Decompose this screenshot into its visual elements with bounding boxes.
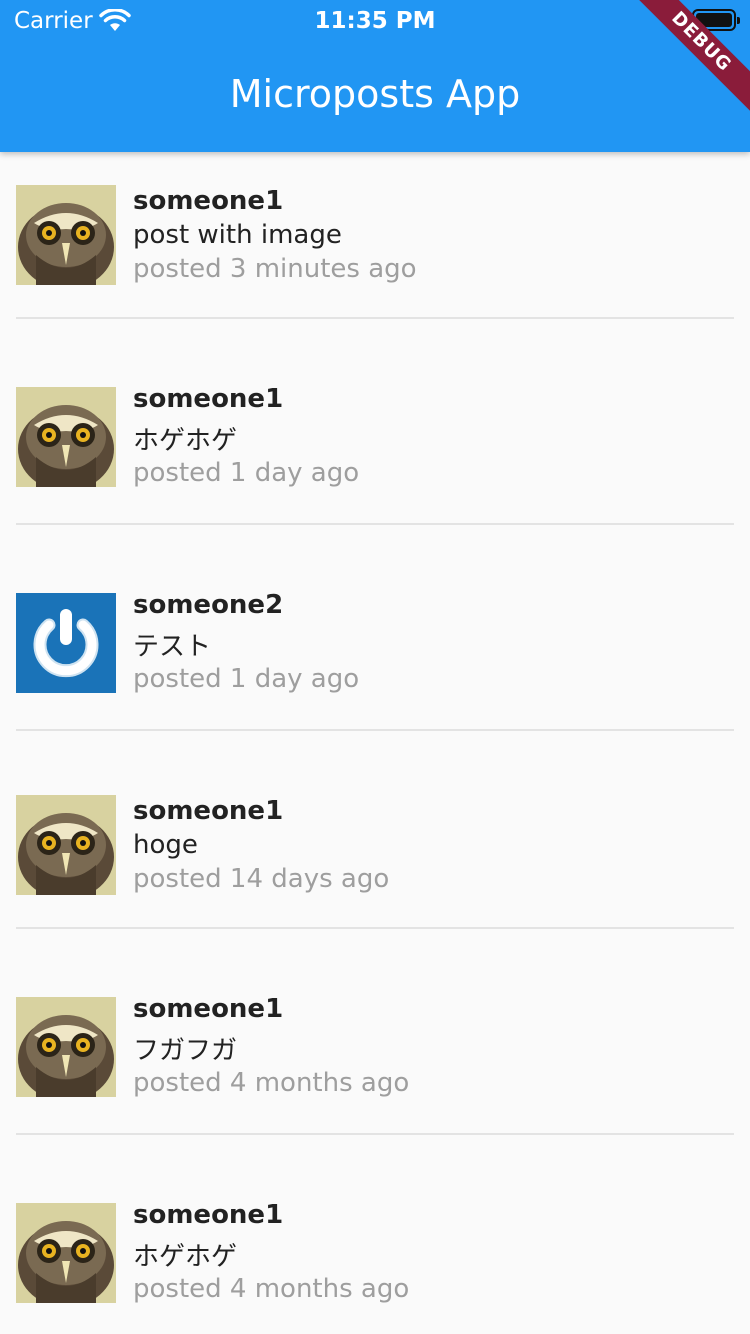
owl-avatar-icon (16, 1203, 116, 1303)
post-timestamp: posted 3 minutes ago (133, 254, 417, 284)
list-item[interactable]: someone1 post with image posted 3 minute… (0, 152, 750, 358)
post-username: someone1 (133, 384, 284, 414)
post-timestamp: posted 4 months ago (133, 1068, 410, 1098)
owl-avatar-icon (16, 997, 116, 1097)
list-item[interactable]: someone1 ホゲホゲ posted 1 day ago (0, 350, 750, 556)
list-item[interactable]: someone1 hoge posted 14 days ago (0, 762, 750, 968)
owl-avatar-icon (16, 185, 116, 285)
power-avatar-icon (16, 593, 116, 693)
post-content: post with image (133, 220, 342, 250)
post-username: someone2 (133, 590, 284, 620)
post-timestamp: posted 1 day ago (133, 458, 360, 488)
divider (16, 729, 734, 731)
clock: 11:35 PM (314, 8, 436, 34)
list-item[interactable]: someone1 フガフガ posted 4 months ago (0, 960, 750, 1166)
owl-avatar-icon (16, 387, 116, 487)
list-item[interactable]: someone1 ホゲホゲ posted 4 months ago (0, 1166, 750, 1334)
post-content: ホゲホゲ (133, 426, 238, 456)
owl-avatar-icon (16, 795, 116, 895)
post-content: テスト (133, 632, 212, 662)
divider (16, 1133, 734, 1135)
post-username: someone1 (133, 186, 284, 216)
list-item[interactable]: someone2 テスト posted 1 day ago (0, 556, 750, 762)
divider (16, 523, 734, 525)
divider (16, 317, 734, 319)
post-username: someone1 (133, 796, 284, 826)
post-content: ホゲホゲ (133, 1242, 238, 1272)
app-bar: Carrier 11:35 PM Microposts App DEBUG (0, 0, 750, 152)
divider (16, 927, 734, 929)
post-content: hoge (133, 830, 198, 860)
post-timestamp: posted 14 days ago (133, 864, 390, 894)
post-username: someone1 (133, 994, 284, 1024)
post-timestamp: posted 4 months ago (133, 1274, 410, 1304)
page-title: Microposts App (229, 72, 521, 116)
post-username: someone1 (133, 1200, 284, 1230)
post-timestamp: posted 1 day ago (133, 664, 360, 694)
status-bar: Carrier 11:35 PM (0, 0, 750, 42)
post-content: フガフガ (133, 1036, 238, 1066)
